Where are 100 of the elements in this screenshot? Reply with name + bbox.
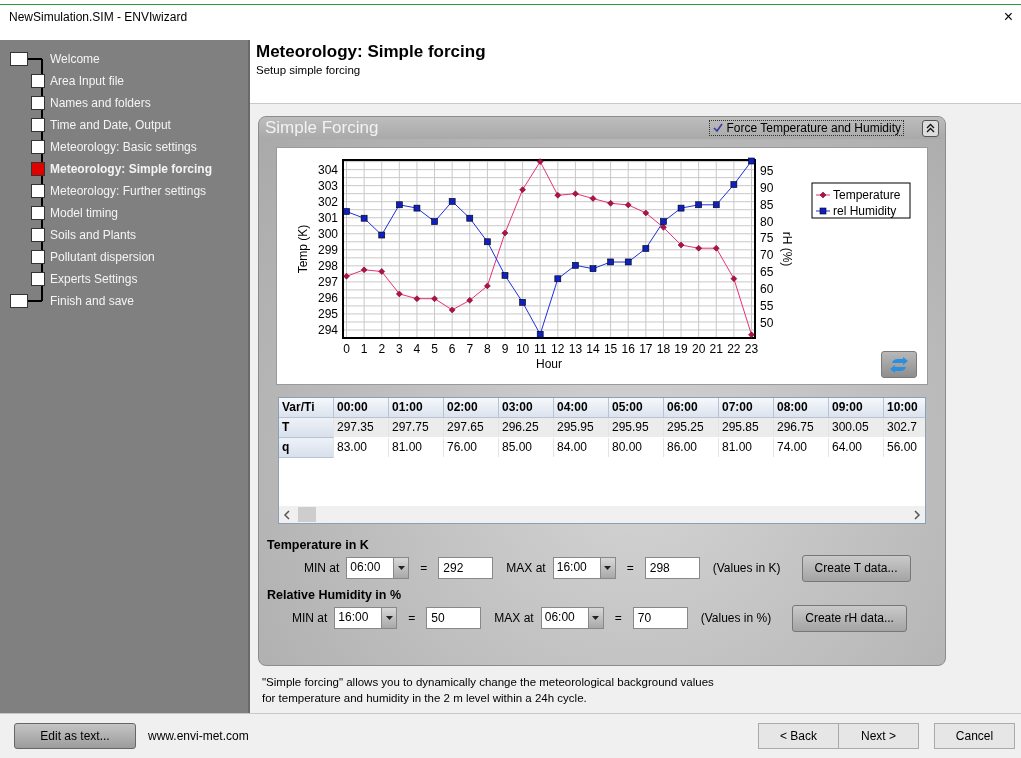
axis-tick-label: 14 xyxy=(586,342,600,356)
create-data-button[interactable]: Create T data... xyxy=(801,554,911,582)
data-point xyxy=(536,158,544,165)
data-point xyxy=(730,181,738,188)
page-title: Meteorology: Simple forcing xyxy=(256,41,487,63)
data-point xyxy=(431,295,438,302)
table-cell: 86.00 xyxy=(664,438,719,457)
sidebar-item[interactable]: Pollutant dispersion xyxy=(50,250,155,264)
axis-tick-label: 19 xyxy=(674,342,688,356)
data-point xyxy=(343,273,350,280)
sidebar-item[interactable]: Model timing xyxy=(50,206,119,220)
sidebar-item[interactable]: Experts Settings xyxy=(50,272,138,286)
create-data-button[interactable]: Create rH data... xyxy=(792,604,907,632)
sidebar-item[interactable]: Finish and save xyxy=(50,294,135,308)
table-cell: 297.65 xyxy=(444,418,499,437)
sidebar-item[interactable]: Soils and Plants xyxy=(50,228,137,242)
row-header: q xyxy=(279,438,334,458)
sidebar-item[interactable]: Area Input file xyxy=(50,74,125,88)
force-checkbox[interactable]: Force Temperature and Humidity xyxy=(709,120,904,136)
close-button[interactable]: × xyxy=(1003,9,1013,25)
table-cell: 296.25 xyxy=(499,418,554,437)
data-point xyxy=(360,214,368,222)
table-cell: 295.85 xyxy=(719,418,774,437)
data-point xyxy=(466,214,474,222)
axis-tick-label: 50 xyxy=(760,315,774,330)
sidebar-item[interactable]: Welcome xyxy=(50,52,100,66)
data-point xyxy=(748,157,755,165)
table-cell: 81.00 xyxy=(389,438,444,457)
field-label: MIN at xyxy=(304,561,340,575)
axis-tick-label: 295 xyxy=(317,306,338,321)
axis-tick-label: 9 xyxy=(501,342,509,356)
value-field[interactable]: 298 xyxy=(644,557,700,579)
time-dropdown[interactable]: 06:00 xyxy=(540,607,604,629)
data-point xyxy=(589,265,597,272)
axis-tick-label: 20 xyxy=(692,342,706,356)
data-point xyxy=(501,229,509,237)
field-label: MAX at xyxy=(506,561,546,575)
axis-tick-label: 17 xyxy=(639,342,653,356)
value-field[interactable]: 70 xyxy=(632,607,688,629)
sidebar-item[interactable]: Names and folders xyxy=(50,96,151,110)
sidebar-item[interactable]: Meteorology: Basic settings xyxy=(50,140,197,154)
equals-sign: = xyxy=(420,561,428,575)
axis-tick-label: 16 xyxy=(621,342,635,356)
time-dropdown[interactable]: 16:00 xyxy=(334,607,398,629)
axis-tick-label: 2 xyxy=(378,342,386,356)
table-cell: 56.00 xyxy=(884,438,925,457)
table-cell: 80.00 xyxy=(609,438,664,457)
field-label: MAX at xyxy=(494,611,534,625)
data-point xyxy=(448,306,456,314)
table-cell: 297.35 xyxy=(334,418,389,437)
back-button[interactable]: < Back xyxy=(758,723,839,749)
axis-tick-label: 294 xyxy=(317,323,338,337)
website-link[interactable]: www.envi-met.com xyxy=(148,729,758,743)
data-point xyxy=(607,258,614,266)
scroll-right-icon[interactable] xyxy=(913,509,921,520)
axis-tick-label: 21 xyxy=(709,342,723,356)
axis-tick-label: 23 xyxy=(744,342,759,356)
scroll-left-icon[interactable] xyxy=(283,509,291,520)
swap-arrows-icon xyxy=(889,356,909,373)
axis-tick-label: 301 xyxy=(317,210,338,225)
value-field[interactable]: 292 xyxy=(438,557,494,579)
axis-tick-label: 297 xyxy=(317,274,338,289)
axis-tick-label: 1 xyxy=(360,342,368,356)
column-header: 02:00 xyxy=(444,398,499,418)
axis-tick-label: 10 xyxy=(515,342,530,356)
table-cell: 76.00 xyxy=(444,438,499,457)
table-cell: 296.75 xyxy=(774,418,829,437)
table-cell: 300.05 xyxy=(829,418,884,437)
table-cell: 74.00 xyxy=(774,438,829,457)
next-button[interactable]: Next > xyxy=(838,723,919,749)
panel-title: Simple Forcing xyxy=(265,118,380,138)
sidebar-item[interactable]: Time and Date, Output xyxy=(50,118,171,132)
help-text: "Simple forcing" allows you to dynamically change the meteorological background values for temperature and humidity in the 2 m level within a 24h cycle. xyxy=(262,675,715,706)
time-dropdown[interactable]: 16:00 xyxy=(552,557,616,579)
edit-as-text-button[interactable]: Edit as text... xyxy=(14,723,136,749)
double-chevron-up-icon xyxy=(926,123,935,133)
data-point xyxy=(695,244,702,252)
sidebar-item[interactable]: Meteorology: Simple forcing xyxy=(50,162,212,176)
column-header: 08:00 xyxy=(774,398,829,418)
data-point xyxy=(484,238,491,246)
column-header: 01:00 xyxy=(389,398,444,418)
column-header: 10:00 xyxy=(884,398,925,418)
data-point xyxy=(413,204,421,212)
dropdown-arrow-icon xyxy=(592,616,600,620)
cancel-button[interactable]: Cancel xyxy=(934,723,1015,749)
axis-tick-label: 4 xyxy=(413,342,421,356)
sidebar-item[interactable]: Meteorology: Further settings xyxy=(50,184,207,198)
data-point xyxy=(484,282,491,290)
field-label: MIN at xyxy=(292,611,328,625)
time-dropdown[interactable]: 06:00 xyxy=(346,557,410,579)
collapse-button[interactable] xyxy=(922,119,939,137)
table-cell: 84.00 xyxy=(554,438,609,457)
scrollbar-thumb[interactable] xyxy=(298,507,316,522)
axis-title: Temp (K) xyxy=(296,224,310,274)
axis-tick-label: 11 xyxy=(533,342,547,356)
table-cell: 297.75 xyxy=(389,418,444,437)
axis-tick-label: 95 xyxy=(760,164,774,179)
value-field[interactable]: 50 xyxy=(426,607,482,629)
axis-tick-label: 75 xyxy=(760,231,774,246)
column-header: Var/Ti xyxy=(279,398,334,418)
